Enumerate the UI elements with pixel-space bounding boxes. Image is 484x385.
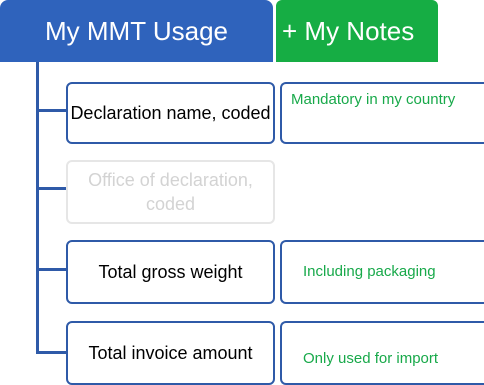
note-box-declaration-name: Mandatory in my country [280, 82, 484, 144]
tree-node-label: Office of declaration, coded [88, 170, 253, 214]
note-box-total-invoice-amount: Only used for import [280, 321, 484, 385]
tree-node-office-of-declaration: Office of declaration, coded [66, 160, 275, 224]
tree-node-total-gross-weight: Total gross weight [66, 240, 275, 304]
tree-connector-branch [36, 109, 66, 112]
tree-node-label: Declaration name, coded [70, 103, 271, 123]
note-text: Including packaging [303, 263, 436, 280]
tree-connector-branch [36, 187, 66, 190]
note-box-total-gross-weight: Including packaging [280, 240, 484, 304]
notes-header-title: + My Notes [282, 15, 415, 46]
usage-header-title: My MMT Usage [45, 15, 228, 46]
tree-node-declaration-name: Declaration name, coded [66, 82, 275, 144]
tree-connector-vertical [36, 62, 39, 354]
note-text: Mandatory in my country [291, 91, 456, 108]
tree-node-label: Total invoice amount [88, 343, 253, 363]
tree-node-total-invoice-amount: Total invoice amount [66, 321, 275, 385]
usage-header: My MMT Usage [0, 0, 273, 62]
notes-header: + My Notes [276, 0, 438, 62]
tree-connector-branch [36, 268, 66, 271]
tree-connector-branch [36, 351, 66, 354]
note-text: Only used for import [303, 350, 439, 367]
tree-node-label: Total gross weight [98, 262, 243, 282]
